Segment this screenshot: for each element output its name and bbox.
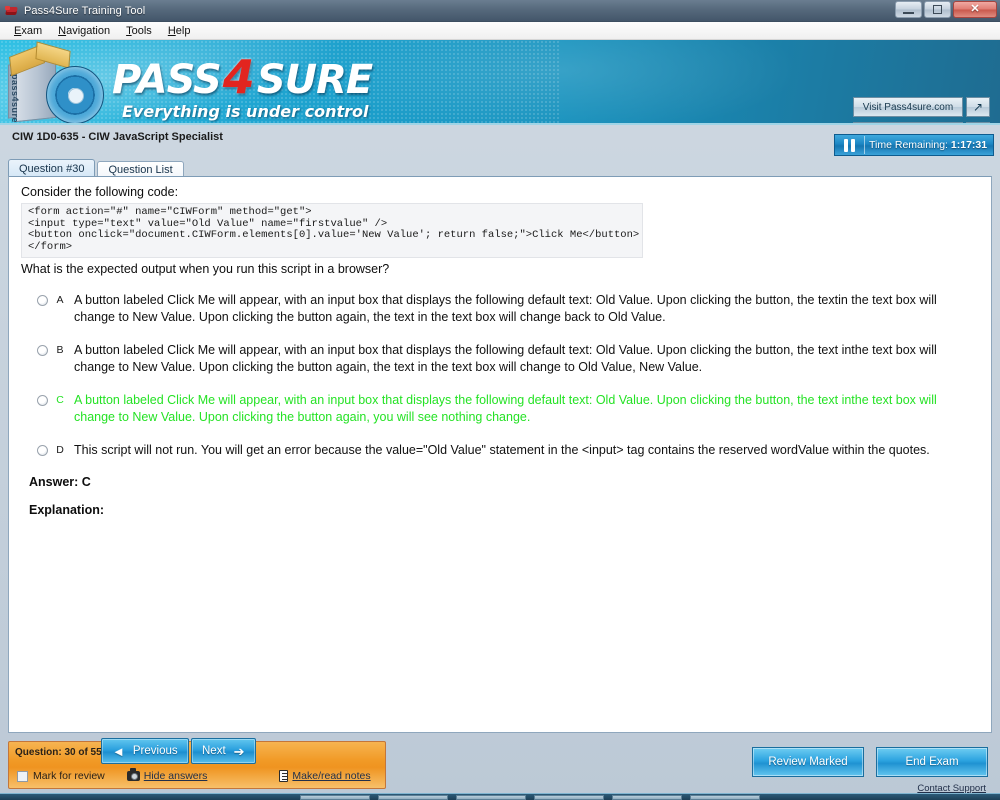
visit-site-row[interactable]: Visit Pass4sure.com ↗ (853, 97, 990, 117)
option-c-letter: C (56, 394, 64, 406)
next-label: Next (202, 745, 226, 757)
option-d-letter: D (56, 444, 64, 456)
brand-tagline: Everything is under control (122, 102, 369, 121)
mark-for-review-checkbox[interactable] (17, 770, 28, 782)
option-a-text: A button labeled Click Me will appear, w… (74, 293, 937, 324)
footer-actions: Mark for review Hide answers Make/read n… (17, 768, 379, 782)
answer-options: A A button labeled Click Me will appear,… (19, 292, 981, 459)
brand-four-text: 4 (222, 50, 255, 104)
taskbar-item[interactable] (300, 795, 370, 800)
close-icon: ✕ (970, 3, 980, 15)
taskbar-item[interactable] (612, 795, 682, 800)
review-marked-button[interactable]: Review Marked (752, 747, 864, 777)
mark-for-review-label: Mark for review (33, 770, 105, 782)
radio-c[interactable] (37, 395, 48, 406)
external-link-icon[interactable]: ↗ (966, 97, 990, 117)
code-text: <form action="#" name="CIWForm" method="… (28, 206, 640, 253)
arrow-right-icon: ➔ (233, 743, 245, 759)
code-block: <form action="#" name="CIWForm" method="… (21, 203, 643, 258)
menu-item-help[interactable]: Help (160, 24, 199, 38)
pause-icon[interactable] (838, 137, 860, 153)
note-icon (279, 770, 289, 782)
menu-bar: Exam Navigation Tools Help (0, 22, 1000, 40)
radio-a[interactable] (37, 295, 48, 306)
os-taskbar (0, 793, 1000, 800)
option-b[interactable]: B A button labeled Click Me will appear,… (19, 342, 981, 376)
taskbar-item[interactable] (690, 795, 760, 800)
maximize-button[interactable] (924, 1, 951, 18)
menu-item-tools[interactable]: Tools (118, 24, 160, 38)
banner-divider (0, 123, 1000, 125)
visit-pass4sure-button[interactable]: Visit Pass4sure.com (853, 97, 963, 117)
close-button[interactable]: ✕ (953, 1, 997, 18)
camera-icon (126, 768, 140, 781)
option-c-text: A button labeled Click Me will appear, w… (74, 393, 937, 424)
option-d[interactable]: D This script will not run. You will get… (19, 442, 981, 459)
hide-answers-link[interactable]: Hide answers (144, 770, 208, 782)
logo-cd-icon (46, 66, 104, 124)
timer-value: 1:17:31 (950, 139, 988, 151)
taskbar-item[interactable] (456, 795, 526, 800)
end-exam-button[interactable]: End Exam (876, 747, 988, 777)
make-read-notes-link[interactable]: Make/read notes (292, 770, 370, 782)
brand-banner: pass4sure PASS 4 SURE Everything is unde… (0, 40, 1000, 125)
title-bar: Pass4Sure Training Tool ✕ (0, 0, 1000, 22)
taskbar-item[interactable] (534, 795, 604, 800)
banner-buttons: Visit Pass4sure.com ↗ Email Feedback ✉ (853, 97, 990, 125)
application-window: Pass4Sure Training Tool ✕ Exam Navigatio… (0, 0, 1000, 800)
brand-sure-text: SURE (256, 57, 373, 103)
menu-item-exam[interactable]: Exam (6, 24, 50, 38)
taskbar-item[interactable] (378, 795, 448, 800)
brand-wordmark: PASS 4 SURE Everything is under control (112, 54, 412, 125)
navigation-panel: Question: 30 of 55 ◄ Previous Next ➔ Mar… (8, 738, 386, 789)
next-button[interactable]: Next ➔ (191, 738, 256, 764)
window-controls: ✕ (895, 1, 997, 18)
hide-answers-action[interactable]: Hide answers (126, 768, 208, 782)
question-lead: Consider the following code: (21, 185, 179, 199)
timer-label: Time Remaining: (869, 139, 948, 151)
answer-line: Answer: C (29, 475, 91, 489)
pass4sure-logo-art: pass4sure (6, 41, 116, 124)
option-d-text: This script will not run. You will get a… (74, 443, 930, 457)
option-c[interactable]: C A button labeled Click Me will appear,… (19, 392, 981, 426)
option-a[interactable]: A A button labeled Click Me will appear,… (19, 292, 981, 326)
exam-action-buttons: Review Marked End Exam (752, 747, 988, 777)
logo-box-text: pass4sure (10, 74, 20, 124)
option-b-text: A button labeled Click Me will appear, w… (74, 343, 937, 374)
radio-d[interactable] (37, 445, 48, 456)
question-counter: Question: 30 of 55 (15, 747, 102, 758)
make-read-notes-action[interactable]: Make/read notes (279, 770, 371, 782)
timer-widget[interactable]: Time Remaining: 1:17:31 (834, 134, 994, 156)
previous-button[interactable]: ◄ Previous (101, 738, 189, 764)
arrow-left-icon: ◄ (112, 743, 125, 759)
menu-item-navigation[interactable]: Navigation (50, 24, 118, 38)
explanation-label: Explanation: (29, 503, 105, 517)
previous-label: Previous (132, 745, 178, 757)
exam-title: CIW 1D0-635 - CIW JavaScript Specialist (12, 131, 223, 143)
option-b-letter: B (56, 344, 64, 356)
brand-pass-text: PASS (112, 57, 222, 103)
question-prompt: What is the expected output when you run… (21, 262, 390, 276)
app-icon (5, 4, 19, 18)
timer-text: Time Remaining: 1:17:31 (869, 139, 987, 151)
minimize-button[interactable] (895, 1, 922, 18)
option-a-letter: A (56, 294, 64, 306)
radio-b[interactable] (37, 345, 48, 356)
window-title: Pass4Sure Training Tool (24, 4, 146, 17)
question-panel: Consider the following code: <form actio… (8, 176, 992, 733)
